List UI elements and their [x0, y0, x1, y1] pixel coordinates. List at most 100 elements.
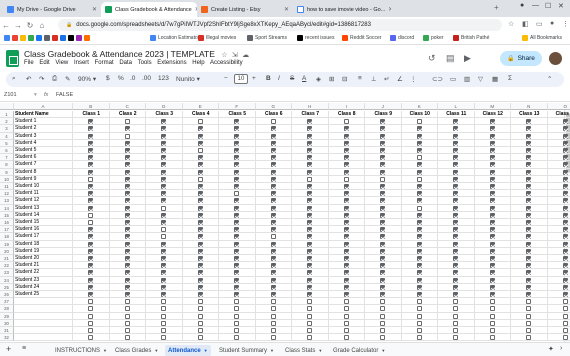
- attendance-cell[interactable]: [109, 334, 146, 342]
- checkbox-unchecked[interactable]: [453, 328, 459, 333]
- row-header-8[interactable]: 8: [0, 161, 14, 169]
- attendance-cell[interactable]: [401, 197, 438, 205]
- checkbox-unchecked[interactable]: [416, 176, 422, 182]
- checkbox-checked[interactable]: [234, 140, 240, 146]
- checkbox-checked[interactable]: [562, 220, 568, 225]
- checkbox-checked[interactable]: [489, 227, 495, 233]
- header-class-10[interactable]: Class 10: [401, 111, 438, 119]
- checkbox-checked[interactable]: [453, 148, 459, 153]
- checkbox-checked[interactable]: [197, 263, 203, 269]
- checkbox-checked[interactable]: [562, 263, 568, 269]
- attendance-cell[interactable]: [182, 139, 219, 147]
- checkbox-checked[interactable]: [526, 220, 532, 225]
- attendance-cell[interactable]: [73, 305, 110, 313]
- checkbox-checked[interactable]: [197, 220, 203, 225]
- attendance-cell[interactable]: [547, 241, 570, 248]
- attendance-cell[interactable]: [255, 211, 292, 219]
- checkbox-unchecked[interactable]: [489, 299, 495, 305]
- attendance-cell[interactable]: [182, 298, 219, 306]
- attendance-cell[interactable]: [255, 190, 292, 198]
- checkbox-checked[interactable]: [307, 277, 313, 283]
- attendance-cell[interactable]: [219, 233, 256, 241]
- checkbox-checked[interactable]: [124, 220, 130, 225]
- attendance-cell[interactable]: [365, 168, 402, 176]
- checkbox-checked[interactable]: [453, 155, 459, 161]
- attendance-cell[interactable]: [547, 212, 570, 219]
- checkbox-checked[interactable]: [88, 234, 94, 240]
- checkbox-checked[interactable]: [489, 241, 495, 247]
- student-name-cell[interactable]: Student 14: [14, 211, 73, 219]
- attendance-cell[interactable]: [547, 320, 570, 327]
- header-class-13[interactable]: Class 13: [511, 111, 548, 119]
- attendance-cell[interactable]: [474, 298, 511, 306]
- checkbox-checked[interactable]: [307, 184, 313, 189]
- attendance-cell[interactable]: [109, 255, 146, 263]
- attendance-cell[interactable]: [511, 240, 548, 248]
- checkbox-checked[interactable]: [88, 205, 94, 211]
- attendance-cell[interactable]: [73, 240, 110, 248]
- checkbox-checked[interactable]: [124, 184, 130, 189]
- checkbox-checked[interactable]: [234, 162, 240, 168]
- checkbox-checked[interactable]: [526, 248, 532, 254]
- checkbox-checked[interactable]: [124, 256, 130, 261]
- comment-icon[interactable]: ▭: [450, 75, 456, 83]
- attendance-cell[interactable]: [182, 175, 219, 183]
- checkbox-checked[interactable]: [197, 169, 203, 175]
- checkbox-unchecked[interactable]: [124, 306, 130, 312]
- checkbox-unchecked[interactable]: [88, 313, 94, 319]
- chart-icon[interactable]: ▥: [464, 75, 470, 83]
- row-header-9[interactable]: 9: [0, 168, 14, 176]
- checkbox-unchecked[interactable]: [234, 328, 240, 333]
- attendance-cell[interactable]: [328, 125, 365, 133]
- checkbox-checked[interactable]: [562, 191, 568, 197]
- checkbox-unchecked[interactable]: [270, 299, 276, 305]
- checkbox-unchecked[interactable]: [88, 299, 94, 305]
- checkbox-checked[interactable]: [197, 212, 203, 218]
- checkbox-checked[interactable]: [343, 277, 349, 283]
- checkbox-checked[interactable]: [88, 191, 94, 197]
- attendance-cell[interactable]: [292, 168, 329, 176]
- header-class-1[interactable]: Class 1: [73, 111, 110, 119]
- attendance-cell[interactable]: [547, 233, 570, 241]
- attendance-cell[interactable]: [109, 276, 146, 284]
- attendance-cell[interactable]: [109, 168, 146, 176]
- attendance-cell[interactable]: [401, 175, 438, 183]
- checkbox-checked[interactable]: [343, 220, 349, 225]
- chevron-down-icon[interactable]: ▼: [318, 348, 322, 353]
- attendance-cell[interactable]: [511, 291, 548, 299]
- checkbox-unchecked[interactable]: [343, 119, 349, 125]
- column-header-F[interactable]: F: [219, 103, 256, 110]
- checkbox-checked[interactable]: [416, 184, 422, 189]
- checkbox-checked[interactable]: [124, 277, 130, 283]
- checkbox-checked[interactable]: [489, 198, 495, 204]
- attendance-cell[interactable]: [474, 125, 511, 133]
- checkbox-checked[interactable]: [197, 184, 203, 189]
- bookmark-app-icon[interactable]: [84, 35, 90, 41]
- row-header-11[interactable]: 11: [0, 183, 14, 191]
- checkbox-checked[interactable]: [343, 148, 349, 153]
- checkbox-checked[interactable]: [270, 212, 276, 218]
- checkbox-checked[interactable]: [88, 198, 94, 204]
- bookmark-british-pathe[interactable]: British Pathé: [453, 35, 489, 41]
- attendance-cell[interactable]: [328, 298, 365, 306]
- attendance-cell[interactable]: [146, 211, 183, 219]
- row-header-4[interactable]: 4: [0, 132, 14, 140]
- attendance-cell[interactable]: [109, 190, 146, 198]
- checkbox-checked[interactable]: [416, 256, 422, 261]
- row-header-29[interactable]: 29: [0, 312, 14, 320]
- attendance-cell[interactable]: [292, 132, 329, 140]
- checkbox-unchecked[interactable]: [161, 205, 167, 211]
- checkbox-checked[interactable]: [343, 256, 349, 261]
- row-header-6[interactable]: 6: [0, 147, 14, 155]
- attendance-cell[interactable]: [146, 269, 183, 277]
- checkbox-checked[interactable]: [307, 270, 313, 276]
- menu-tools[interactable]: Tools: [138, 60, 152, 66]
- attendance-cell[interactable]: [365, 319, 402, 327]
- checkbox-checked[interactable]: [416, 198, 422, 204]
- checkbox-unchecked[interactable]: [88, 306, 94, 312]
- attendance-cell[interactable]: [474, 247, 511, 255]
- document-title[interactable]: Class Gradebook & Attendance 2023 | TEMP…: [24, 49, 249, 59]
- attendance-cell[interactable]: [438, 139, 475, 147]
- attendance-cell[interactable]: [401, 190, 438, 198]
- attendance-cell[interactable]: [182, 183, 219, 191]
